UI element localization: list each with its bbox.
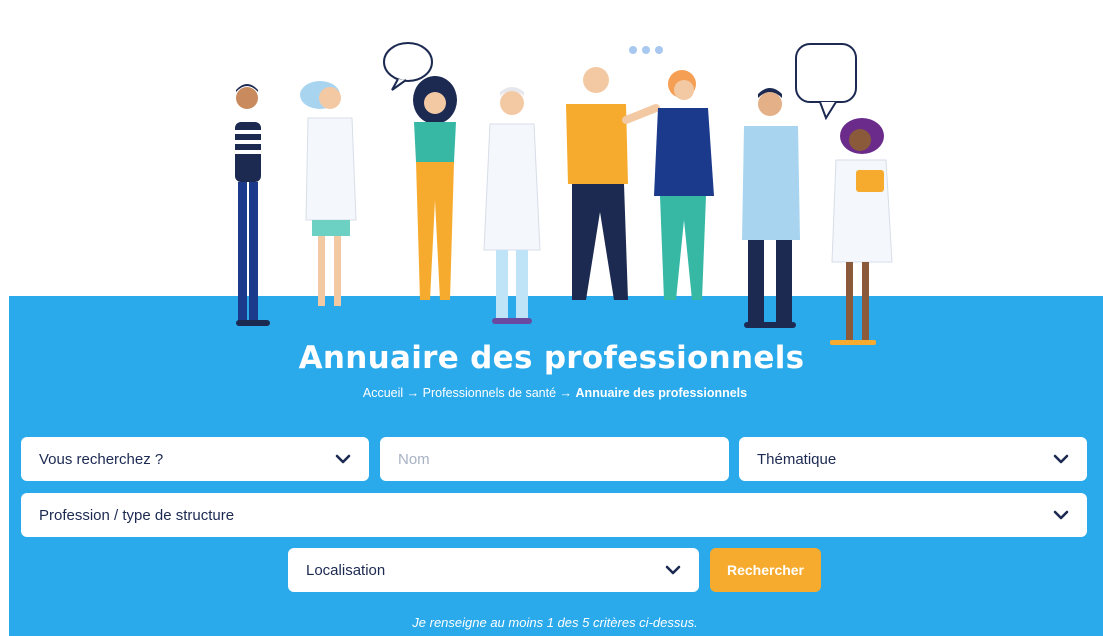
person-figure — [300, 81, 357, 306]
breadcrumb-current: Annuaire des professionnels — [575, 386, 748, 400]
speech-bubble-icon — [795, 43, 857, 121]
person-figure — [413, 76, 457, 300]
looking-for-select[interactable]: Vous recherchez ? — [21, 437, 369, 481]
person-figure — [742, 88, 800, 328]
breadcrumb-section-link[interactable]: Professionnels de santé — [423, 386, 556, 400]
theme-select[interactable]: Thématique — [739, 437, 1087, 481]
chevron-down-icon — [1053, 454, 1069, 464]
search-button[interactable]: Rechercher — [710, 548, 821, 592]
breadcrumb-separator: → — [559, 386, 573, 400]
location-select[interactable]: Localisation — [288, 548, 699, 592]
chevron-down-icon — [665, 565, 681, 575]
name-input-placeholder: Nom — [398, 450, 430, 468]
page-title: Annuaire des professionnels — [298, 340, 805, 376]
person-figure — [830, 118, 893, 345]
profession-label: Profession / type de structure — [39, 506, 235, 524]
chevron-down-icon — [1053, 510, 1069, 520]
typing-bubble-icon — [629, 46, 663, 54]
person-figure — [235, 84, 270, 326]
breadcrumb-home-link[interactable]: Accueil — [363, 386, 403, 400]
search-hint: Je renseigne au moins 1 des 5 critères c… — [412, 615, 698, 630]
location-label: Localisation — [306, 561, 386, 579]
theme-label: Thématique — [757, 450, 837, 468]
healthcare-professionals-illustration — [235, 42, 893, 345]
looking-for-label: Vous recherchez ? — [39, 450, 164, 468]
person-figure — [566, 67, 660, 300]
chevron-down-icon — [335, 454, 351, 464]
breadcrumb: Accueil → Professionnels de santé → Annu… — [0, 386, 1103, 400]
profession-select[interactable]: Profession / type de structure — [21, 493, 1087, 537]
person-figure — [483, 87, 541, 324]
breadcrumb-separator: → — [406, 386, 420, 400]
name-input[interactable]: Nom — [380, 437, 729, 481]
person-figure — [654, 70, 714, 300]
